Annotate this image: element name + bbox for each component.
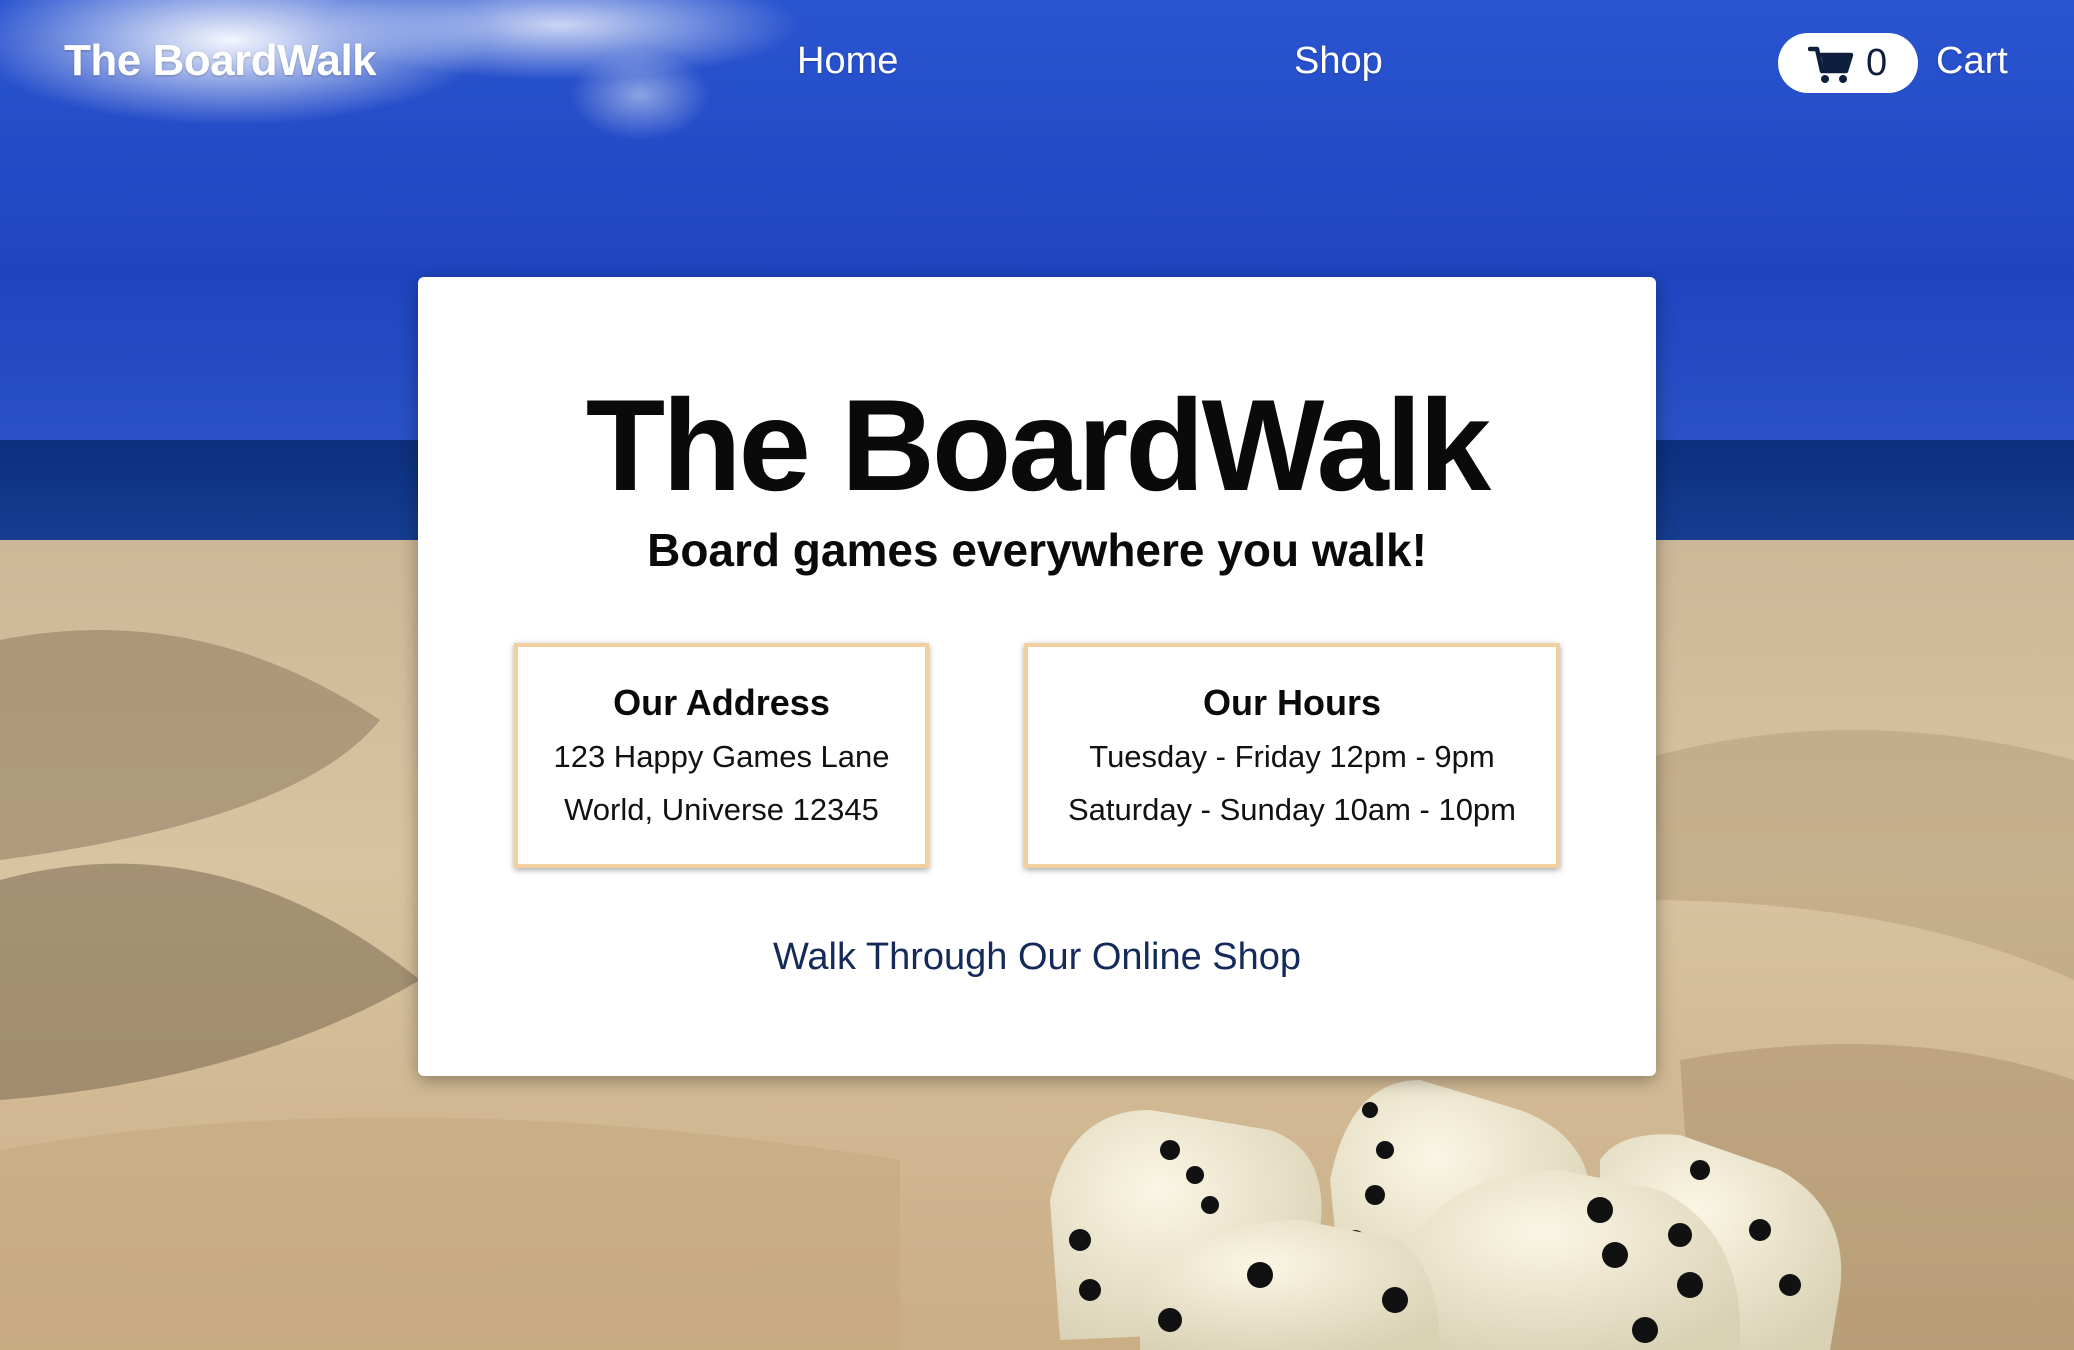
address-heading: Our Address	[613, 682, 830, 723]
nav-home-link[interactable]: Home	[797, 40, 898, 83]
address-box: Our Address 123 Happy Games Lane World, …	[514, 643, 929, 868]
nav-cart-link[interactable]: Cart	[1936, 40, 2008, 83]
online-shop-link[interactable]: Walk Through Our Online Shop	[0, 938, 2074, 976]
brand-logo-link[interactable]: The BoardWalk	[64, 36, 377, 86]
cart-count-badge: 0	[1866, 42, 1888, 84]
cart-button[interactable]: 0	[1778, 33, 1918, 93]
page-title: The BoardWalk	[585, 372, 1491, 518]
address-line-1: 123 Happy Games Lane	[553, 739, 890, 774]
hours-heading: Our Hours	[1202, 682, 1381, 723]
page-tagline: Board games everywhere you walk!	[647, 524, 1427, 576]
top-navigation: The BoardWalk Home Shop 0 Cart	[0, 0, 2074, 130]
nav-shop-link[interactable]: Shop	[1294, 40, 1383, 83]
hours-box: Our Hours Tuesday - Friday 12pm - 9pm Sa…	[1024, 643, 1560, 868]
hours-line-1: Tuesday - Friday 12pm - 9pm	[1089, 739, 1495, 774]
hours-line-2: Saturday - Sunday 10am - 10pm	[1067, 792, 1517, 827]
address-line-2: World, Universe 12345	[564, 792, 879, 827]
